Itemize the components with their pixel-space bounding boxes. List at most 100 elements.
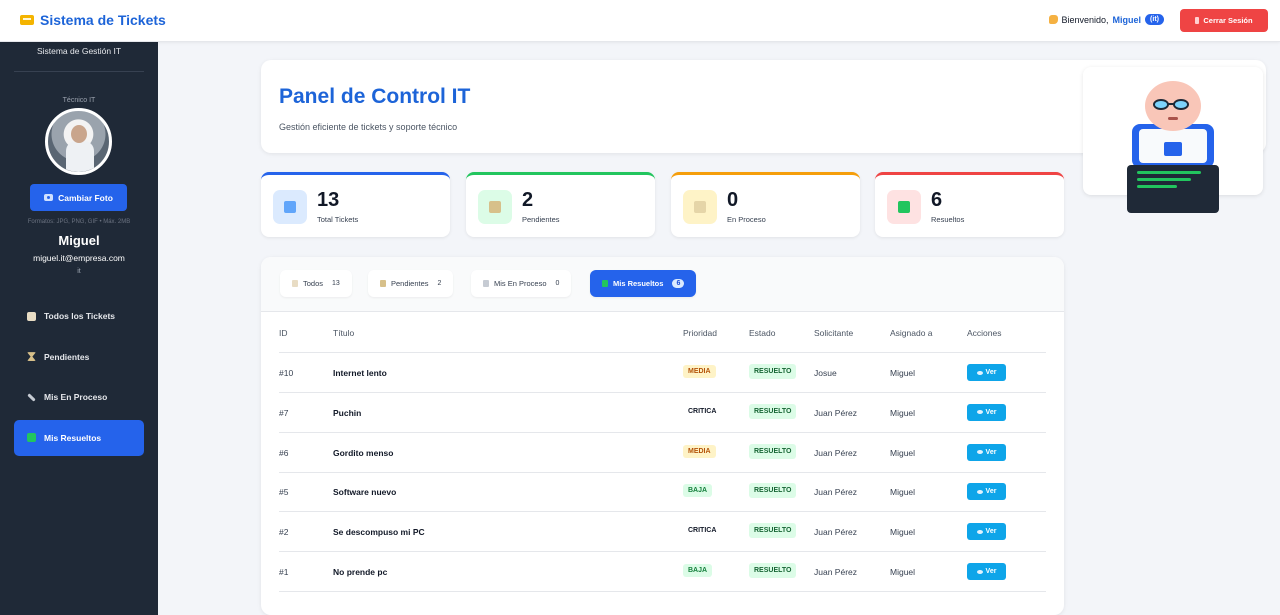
wrench-icon: [27, 392, 36, 402]
ticket-id: #10: [279, 368, 294, 378]
column-header-4: Solicitante: [814, 328, 854, 338]
robot-badge: [1164, 142, 1182, 156]
stat-label: En Proceso: [727, 215, 766, 224]
stat-value: 6: [931, 189, 943, 211]
welcome-text: Bienvenido,: [1061, 14, 1109, 25]
view-button[interactable]: Ver: [967, 443, 1006, 461]
view-label: Ver: [985, 568, 997, 575]
tab-count: 2: [437, 280, 442, 287]
table-row[interactable]: #6 Gordito menso MEDIA RESUELTO Juan Pérez Mi…: [279, 433, 1046, 473]
tab-label: Mis En Proceso: [494, 279, 547, 288]
sidebar-item-label: Mis En Proceso: [44, 392, 108, 403]
status-badge: RESUELTO: [749, 483, 797, 499]
assignee: Miguel: [890, 567, 916, 577]
stat-value: 13: [317, 189, 340, 211]
table-row[interactable]: #5 Software nuevo BAJA RESUELTO Juan Pérez Mi…: [279, 472, 1046, 513]
logout-label: Cerrar Sesión: [1203, 16, 1253, 25]
stat-label: Pendientes: [522, 215, 560, 224]
ticket-title: Internet lento: [333, 368, 387, 378]
view-label: Ver: [985, 528, 997, 536]
table-row[interactable]: #7 Puchin CRITICA RESUELTO Juan Pérez Miguel V…: [279, 393, 1046, 433]
tab-label: Todos: [303, 279, 324, 288]
check-icon: [27, 433, 36, 443]
change-photo-button[interactable]: Cambiar Foto: [30, 184, 127, 211]
requester: Juan Pérez: [814, 567, 857, 577]
wave-hand-icon: [1048, 15, 1058, 24]
photo-formats-note: Formatos: JPG, PNG, GIF • Máx. 2MB: [27, 219, 131, 225]
view-label: Ver: [985, 369, 997, 376]
assignee: Miguel: [890, 368, 916, 378]
sidebar-divider: [14, 71, 144, 72]
hourglass-icon: [27, 352, 36, 362]
header-username: Miguel: [1112, 14, 1142, 25]
view-button[interactable]: Ver: [967, 563, 1006, 580]
check-icon: [887, 190, 921, 224]
sidebar: Sistema de Gestión IT Técnico IT Cambiar…: [0, 42, 158, 615]
requester: Juan Pérez: [814, 527, 857, 538]
wrench-icon-glyph: [694, 201, 706, 213]
chart-icon-glyph: [284, 201, 296, 213]
sidebar-item-mis-resueltos[interactable]: Mis Resueltos: [14, 419, 144, 456]
tab-todos[interactable]: Todos 13: [280, 270, 352, 297]
status-badge: RESUELTO: [749, 403, 797, 419]
stat-card-total-tickets: 13 Total Tickets: [261, 172, 450, 237]
column-header-6: Acciones: [967, 328, 1002, 338]
stat-card-pendientes: 2 Pendientes: [466, 172, 655, 237]
view-button[interactable]: Ver: [967, 523, 1006, 541]
ticket-id: #2: [279, 527, 289, 538]
view-label: Ver: [985, 488, 997, 496]
robot-figure: [1127, 79, 1219, 213]
tab-mis-en-proceso[interactable]: Mis En Proceso 0: [471, 270, 572, 297]
status-badge: RESUELTO: [749, 563, 797, 578]
tab-mis-resueltos[interactable]: Mis Resueltos 6: [590, 270, 697, 297]
chart-icon: [273, 190, 307, 224]
stat-label: Total Tickets: [317, 215, 359, 224]
view-button[interactable]: Ver: [967, 403, 1006, 421]
filter-tabs: Todos 13 Pendientes 2 Mis En Proceso 0 Mis Res…: [261, 257, 1064, 312]
clipboard-icon: [27, 311, 36, 321]
eye-icon: [976, 450, 983, 455]
view-label: Ver: [985, 448, 997, 456]
sidebar-item-pendientes[interactable]: Pendientes: [14, 339, 144, 375]
clipboard-icon: [292, 280, 298, 287]
sidebar-item-mis-en-proceso[interactable]: Mis En Proceso: [14, 379, 144, 415]
view-button[interactable]: Ver: [967, 364, 1006, 381]
hourglass-icon: [478, 190, 512, 224]
logout-icon: [1195, 17, 1200, 24]
user-role-badge: (it): [1145, 14, 1164, 25]
priority-badge: MEDIA: [683, 365, 716, 378]
ticket-title: Se descompuso mi PC: [333, 527, 425, 538]
user-department: it: [77, 268, 81, 275]
sidebar-item-todos-los-tickets[interactable]: Todos los Tickets: [14, 298, 144, 334]
table-row[interactable]: #1 No prende pc BAJA RESUELTO Juan Pérez Migu…: [279, 552, 1046, 592]
assignee: Miguel: [890, 487, 916, 498]
page-subtitle: Gestión eficiente de tickets y soporte t…: [279, 122, 458, 132]
column-header-1: Título: [333, 328, 355, 338]
assignee: Miguel: [890, 407, 916, 418]
tab-pendientes[interactable]: Pendientes 2: [368, 270, 454, 297]
view-label: Ver: [985, 408, 997, 416]
change-photo-label: Cambiar Foto: [58, 192, 113, 203]
column-header-0: ID: [279, 328, 288, 338]
logout-button[interactable]: Cerrar Sesión: [1180, 9, 1268, 32]
status-badge: RESUELTO: [749, 523, 797, 539]
robot-glasses: [1147, 99, 1197, 111]
view-button[interactable]: Ver: [967, 483, 1006, 501]
page-title: Panel de Control IT: [279, 85, 471, 108]
table-row[interactable]: #2 Se descompuso mi PC CRITICA RESUELTO Juan…: [279, 512, 1046, 553]
brand[interactable]: Sistema de Tickets: [20, 12, 166, 28]
table-row[interactable]: #10 Internet lento MEDIA RESUELTO Josue Migue…: [279, 353, 1046, 393]
ticket-title: Puchin: [333, 407, 362, 418]
column-header-2: Prioridad: [683, 328, 718, 338]
hourglass-icon: [380, 280, 386, 287]
ticket-id: #1: [279, 567, 289, 577]
sidebar-item-label: Mis Resueltos: [44, 432, 102, 443]
requester: Josue: [814, 368, 837, 378]
priority-badge: CRITICA: [688, 527, 717, 535]
sidebar-subtitle: Sistema de Gestión IT: [36, 46, 122, 56]
camera-icon: [44, 194, 54, 201]
stat-value: 0: [727, 189, 739, 211]
tab-count: 6: [672, 279, 685, 288]
check-icon-glyph: [898, 201, 910, 213]
column-header-5: Asignado a: [890, 328, 933, 338]
